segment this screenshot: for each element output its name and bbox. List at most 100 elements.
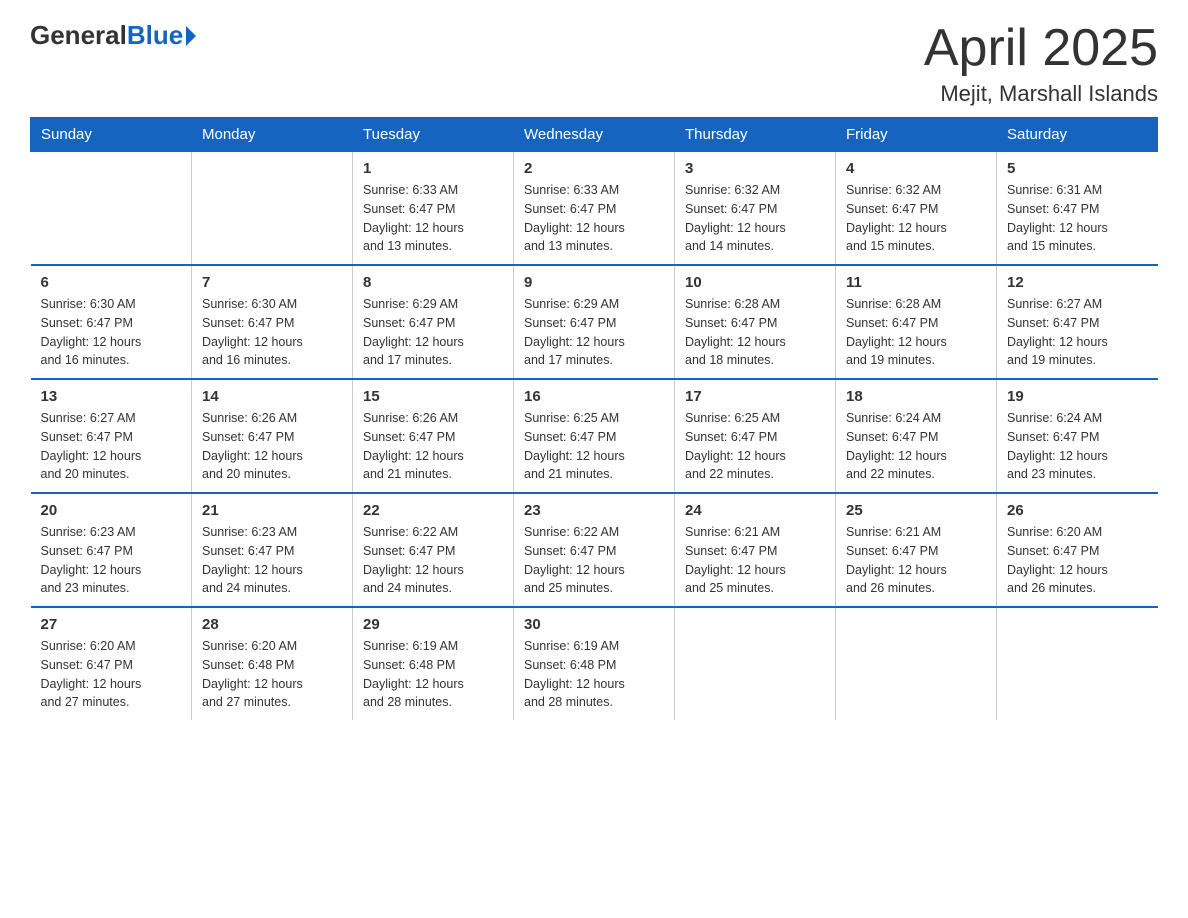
day-number: 19 bbox=[1007, 388, 1148, 405]
day-number: 20 bbox=[41, 502, 182, 519]
page-header: General Blue April 2025 Mejit, Marshall … bbox=[30, 20, 1158, 107]
day-number: 9 bbox=[524, 274, 664, 291]
day-info: Sunrise: 6:27 AM Sunset: 6:47 PM Dayligh… bbox=[1007, 295, 1148, 370]
day-info: Sunrise: 6:29 AM Sunset: 6:47 PM Dayligh… bbox=[363, 295, 503, 370]
header-day-saturday: Saturday bbox=[997, 118, 1158, 152]
header-day-wednesday: Wednesday bbox=[514, 118, 675, 152]
day-info: Sunrise: 6:19 AM Sunset: 6:48 PM Dayligh… bbox=[524, 637, 664, 712]
day-info: Sunrise: 6:33 AM Sunset: 6:47 PM Dayligh… bbox=[524, 181, 664, 256]
day-info: Sunrise: 6:21 AM Sunset: 6:47 PM Dayligh… bbox=[685, 523, 825, 598]
day-info: Sunrise: 6:32 AM Sunset: 6:47 PM Dayligh… bbox=[846, 181, 986, 256]
day-info: Sunrise: 6:26 AM Sunset: 6:47 PM Dayligh… bbox=[363, 409, 503, 484]
calendar-cell: 11 Sunrise: 6:28 AM Sunset: 6:47 PM Dayli… bbox=[836, 265, 997, 379]
calendar-week-row: 1Sunrise: 6:33 AM Sunset: 6:47 PM Daylig… bbox=[31, 152, 1158, 266]
day-number: 7 bbox=[202, 274, 342, 291]
day-info: Sunrise: 6:26 AM Sunset: 6:47 PM Dayligh… bbox=[202, 409, 342, 484]
day-info: Sunrise: 6:23 AM Sunset: 6:47 PM Dayligh… bbox=[41, 523, 182, 598]
day-info: Sunrise: 6:32 AM Sunset: 6:47 PM Dayligh… bbox=[685, 181, 825, 256]
day-info: Sunrise: 6:30 AM Sunset: 6:47 PM Dayligh… bbox=[202, 295, 342, 370]
day-number: 13 bbox=[41, 388, 182, 405]
logo-blue-part: Blue bbox=[127, 20, 196, 51]
calendar-cell: 26 Sunrise: 6:20 AM Sunset: 6:47 PM Dayli… bbox=[997, 493, 1158, 607]
calendar-cell: 17Sunrise: 6:25 AM Sunset: 6:47 PM Dayli… bbox=[675, 379, 836, 493]
day-number: 25 bbox=[846, 502, 986, 519]
calendar-cell: 8 Sunrise: 6:29 AM Sunset: 6:47 PM Daylig… bbox=[353, 265, 514, 379]
header-day-thursday: Thursday bbox=[675, 118, 836, 152]
calendar-cell: 2Sunrise: 6:33 AM Sunset: 6:47 PM Daylig… bbox=[514, 152, 675, 266]
calendar-cell bbox=[192, 152, 353, 266]
day-number: 4 bbox=[846, 160, 986, 177]
calendar-week-row: 13 Sunrise: 6:27 AM Sunset: 6:47 PM Dayli… bbox=[31, 379, 1158, 493]
day-number: 8 bbox=[363, 274, 503, 291]
calendar-cell bbox=[31, 152, 192, 266]
day-info: Sunrise: 6:31 AM Sunset: 6:47 PM Dayligh… bbox=[1007, 181, 1148, 256]
header-day-tuesday: Tuesday bbox=[353, 118, 514, 152]
calendar-cell: 20 Sunrise: 6:23 AM Sunset: 6:47 PM Dayli… bbox=[31, 493, 192, 607]
day-info: Sunrise: 6:27 AM Sunset: 6:47 PM Dayligh… bbox=[41, 409, 182, 484]
calendar-cell: 7 Sunrise: 6:30 AM Sunset: 6:47 PM Daylig… bbox=[192, 265, 353, 379]
calendar-cell: 18 Sunrise: 6:24 AM Sunset: 6:47 PM Dayli… bbox=[836, 379, 997, 493]
day-info: Sunrise: 6:20 AM Sunset: 6:47 PM Dayligh… bbox=[1007, 523, 1148, 598]
calendar-cell: 12 Sunrise: 6:27 AM Sunset: 6:47 PM Dayli… bbox=[997, 265, 1158, 379]
day-info: Sunrise: 6:30 AM Sunset: 6:47 PM Dayligh… bbox=[41, 295, 182, 370]
day-info: Sunrise: 6:24 AM Sunset: 6:47 PM Dayligh… bbox=[1007, 409, 1148, 484]
calendar-cell: 6 Sunrise: 6:30 AM Sunset: 6:47 PM Daylig… bbox=[31, 265, 192, 379]
calendar-cell: 22Sunrise: 6:22 AM Sunset: 6:47 PM Dayli… bbox=[353, 493, 514, 607]
day-number: 6 bbox=[41, 274, 182, 291]
calendar-cell: 19 Sunrise: 6:24 AM Sunset: 6:47 PM Dayli… bbox=[997, 379, 1158, 493]
day-number: 30 bbox=[524, 616, 664, 633]
day-number: 24 bbox=[685, 502, 825, 519]
day-info: Sunrise: 6:28 AM Sunset: 6:47 PM Dayligh… bbox=[685, 295, 825, 370]
calendar-cell: 15Sunrise: 6:26 AM Sunset: 6:47 PM Dayli… bbox=[353, 379, 514, 493]
day-number: 14 bbox=[202, 388, 342, 405]
calendar-cell: 25 Sunrise: 6:21 AM Sunset: 6:47 PM Dayli… bbox=[836, 493, 997, 607]
day-number: 29 bbox=[363, 616, 503, 633]
calendar-header-row: SundayMondayTuesdayWednesdayThursdayFrid… bbox=[31, 118, 1158, 152]
calendar-cell: 16 Sunrise: 6:25 AM Sunset: 6:47 PM Dayli… bbox=[514, 379, 675, 493]
calendar-subtitle: Mejit, Marshall Islands bbox=[924, 81, 1158, 107]
day-number: 16 bbox=[524, 388, 664, 405]
calendar-cell: 23 Sunrise: 6:22 AM Sunset: 6:47 PM Dayli… bbox=[514, 493, 675, 607]
calendar-cell: 5 Sunrise: 6:31 AM Sunset: 6:47 PM Daylig… bbox=[997, 152, 1158, 266]
day-info: Sunrise: 6:20 AM Sunset: 6:47 PM Dayligh… bbox=[41, 637, 182, 712]
day-number: 12 bbox=[1007, 274, 1148, 291]
day-info: Sunrise: 6:28 AM Sunset: 6:47 PM Dayligh… bbox=[846, 295, 986, 370]
calendar-cell: 28Sunrise: 6:20 AM Sunset: 6:48 PM Dayli… bbox=[192, 607, 353, 720]
header-day-monday: Monday bbox=[192, 118, 353, 152]
title-block: April 2025 Mejit, Marshall Islands bbox=[924, 20, 1158, 107]
day-number: 21 bbox=[202, 502, 342, 519]
logo: General Blue bbox=[30, 20, 196, 51]
header-day-sunday: Sunday bbox=[31, 118, 192, 152]
day-number: 23 bbox=[524, 502, 664, 519]
day-number: 3 bbox=[685, 160, 825, 177]
calendar-cell: 24 Sunrise: 6:21 AM Sunset: 6:47 PM Dayli… bbox=[675, 493, 836, 607]
day-number: 5 bbox=[1007, 160, 1148, 177]
day-info: Sunrise: 6:22 AM Sunset: 6:47 PM Dayligh… bbox=[363, 523, 503, 598]
calendar-week-row: 27 Sunrise: 6:20 AM Sunset: 6:47 PM Dayli… bbox=[31, 607, 1158, 720]
calendar-cell bbox=[997, 607, 1158, 720]
day-number: 10 bbox=[685, 274, 825, 291]
day-info: Sunrise: 6:24 AM Sunset: 6:47 PM Dayligh… bbox=[846, 409, 986, 484]
day-number: 11 bbox=[846, 274, 986, 291]
day-info: Sunrise: 6:21 AM Sunset: 6:47 PM Dayligh… bbox=[846, 523, 986, 598]
calendar-week-row: 20 Sunrise: 6:23 AM Sunset: 6:47 PM Dayli… bbox=[31, 493, 1158, 607]
day-number: 18 bbox=[846, 388, 986, 405]
calendar-title: April 2025 bbox=[924, 20, 1158, 77]
calendar-cell: 1Sunrise: 6:33 AM Sunset: 6:47 PM Daylig… bbox=[353, 152, 514, 266]
calendar-cell: 13 Sunrise: 6:27 AM Sunset: 6:47 PM Dayli… bbox=[31, 379, 192, 493]
day-number: 27 bbox=[41, 616, 182, 633]
calendar-cell: 29 Sunrise: 6:19 AM Sunset: 6:48 PM Dayli… bbox=[353, 607, 514, 720]
calendar-cell: 10 Sunrise: 6:28 AM Sunset: 6:47 PM Dayli… bbox=[675, 265, 836, 379]
day-info: Sunrise: 6:19 AM Sunset: 6:48 PM Dayligh… bbox=[363, 637, 503, 712]
calendar-cell: 9 Sunrise: 6:29 AM Sunset: 6:47 PM Daylig… bbox=[514, 265, 675, 379]
day-info: Sunrise: 6:33 AM Sunset: 6:47 PM Dayligh… bbox=[363, 181, 503, 256]
header-day-friday: Friday bbox=[836, 118, 997, 152]
calendar-table: SundayMondayTuesdayWednesdayThursdayFrid… bbox=[30, 117, 1158, 720]
day-number: 26 bbox=[1007, 502, 1148, 519]
day-info: Sunrise: 6:25 AM Sunset: 6:47 PM Dayligh… bbox=[524, 409, 664, 484]
day-info: Sunrise: 6:22 AM Sunset: 6:47 PM Dayligh… bbox=[524, 523, 664, 598]
calendar-cell bbox=[836, 607, 997, 720]
calendar-week-row: 6 Sunrise: 6:30 AM Sunset: 6:47 PM Daylig… bbox=[31, 265, 1158, 379]
logo-blue-text: Blue bbox=[127, 20, 183, 51]
day-info: Sunrise: 6:29 AM Sunset: 6:47 PM Dayligh… bbox=[524, 295, 664, 370]
